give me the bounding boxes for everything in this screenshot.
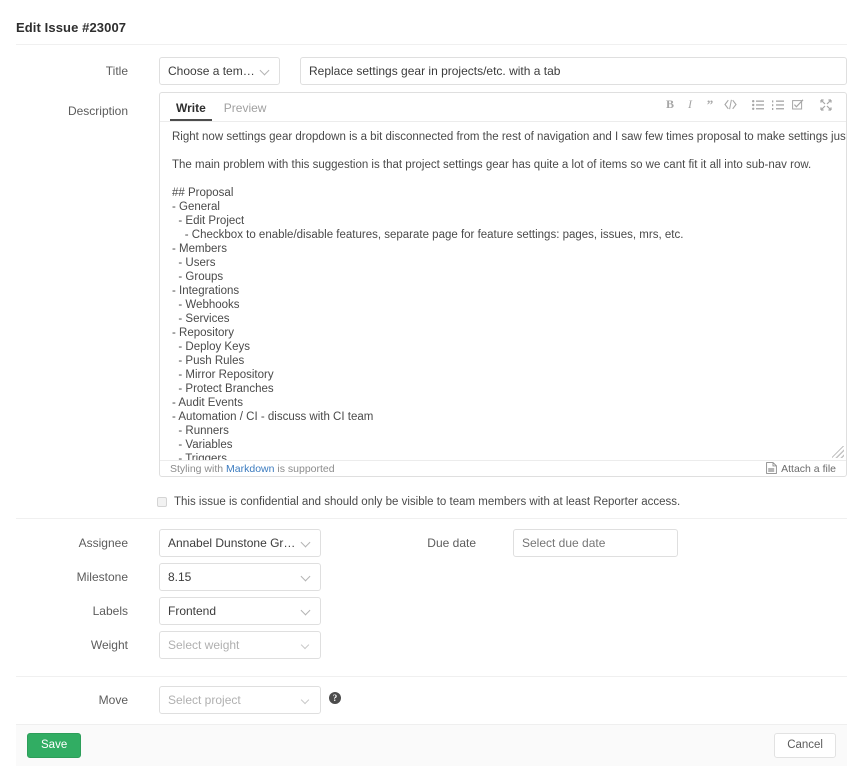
move-label: Move: [98, 693, 128, 707]
italic-icon[interactable]: I: [680, 96, 700, 114]
editor-header: Write Preview B I ”: [160, 93, 846, 122]
tab-preview[interactable]: Preview: [218, 102, 273, 121]
labels-value: Frontend: [168, 604, 217, 618]
bulleted-list-icon[interactable]: [748, 96, 768, 114]
fullscreen-icon[interactable]: [816, 96, 836, 114]
weight-label: Weight: [90, 638, 128, 652]
description-textarea-wrap: [160, 122, 846, 460]
assignee-label: Assignee: [78, 536, 128, 550]
confidential-checkbox[interactable]: [157, 497, 167, 507]
description-textarea[interactable]: [160, 122, 846, 460]
chevron-down-icon: [261, 66, 271, 76]
page-title: Edit Issue #23007: [16, 20, 127, 35]
textarea-resize-handle[interactable]: [832, 446, 844, 458]
milestone-label: Milestone: [76, 570, 128, 584]
save-button[interactable]: Save: [27, 732, 82, 759]
milestone-value: 8.15: [168, 570, 192, 584]
code-icon[interactable]: [720, 96, 740, 114]
labels-label: Labels: [92, 604, 128, 618]
header-divider: [16, 44, 847, 45]
move-divider: [16, 676, 847, 677]
numbered-list-icon[interactable]: [768, 96, 788, 114]
file-icon: [766, 461, 781, 477]
chevron-down-icon: [302, 695, 312, 705]
form-actions-footer: Save Cancel: [16, 724, 847, 766]
confidential-label: This issue is confidential and should on…: [174, 496, 681, 508]
confidential-row[interactable]: This issue is confidential and should on…: [157, 495, 680, 509]
issue-title-input[interactable]: [300, 57, 847, 85]
markdown-note-prefix: Styling with: [170, 463, 227, 475]
assignee-value: Annabel Dunstone Gray: [168, 536, 296, 550]
description-editor: Write Preview B I ” Right now settings g…: [159, 92, 847, 477]
due-date-label: Due date: [427, 536, 476, 550]
markdown-link[interactable]: Markdown: [226, 463, 274, 475]
task-list-icon[interactable]: [788, 96, 808, 114]
chevron-down-icon: [302, 640, 312, 650]
attach-file-label: Attach a file: [781, 463, 836, 475]
assignee-select[interactable]: Annabel Dunstone Gray: [159, 529, 321, 557]
chevron-down-icon: [302, 606, 312, 616]
weight-value: Select weight: [168, 638, 240, 652]
editor-tabs: Write Preview: [170, 92, 278, 121]
markdown-note-suffix: is supported: [274, 463, 335, 475]
description-field-label: Description: [67, 104, 128, 118]
bold-icon[interactable]: B: [660, 96, 680, 114]
attach-file-button[interactable]: Attach a file: [766, 461, 836, 477]
move-project-select[interactable]: Select project: [159, 686, 321, 714]
chevron-down-icon: [302, 572, 312, 582]
editor-toolbar: B I ”: [660, 92, 836, 121]
markdown-note: Styling with Markdown is supported: [170, 463, 335, 475]
title-field-label: Title: [105, 64, 128, 78]
template-select[interactable]: Choose a template: [159, 57, 280, 85]
weight-select[interactable]: Select weight: [159, 631, 321, 659]
chevron-down-icon: [302, 538, 312, 548]
template-select-value: Choose a template: [168, 64, 255, 78]
help-icon[interactable]: ?: [329, 692, 341, 704]
edit-issue-page: Edit Issue #23007 Title Choose a templat…: [0, 0, 863, 778]
move-project-value: Select project: [168, 693, 241, 707]
cancel-button[interactable]: Cancel: [774, 732, 836, 759]
labels-select[interactable]: Frontend: [159, 597, 321, 625]
quote-icon[interactable]: ”: [700, 96, 720, 114]
tab-write[interactable]: Write: [170, 102, 212, 121]
fields-divider: [16, 518, 847, 519]
due-date-input[interactable]: [513, 529, 678, 557]
editor-footer: Styling with Markdown is supported Attac…: [160, 460, 846, 477]
milestone-select[interactable]: 8.15: [159, 563, 321, 591]
